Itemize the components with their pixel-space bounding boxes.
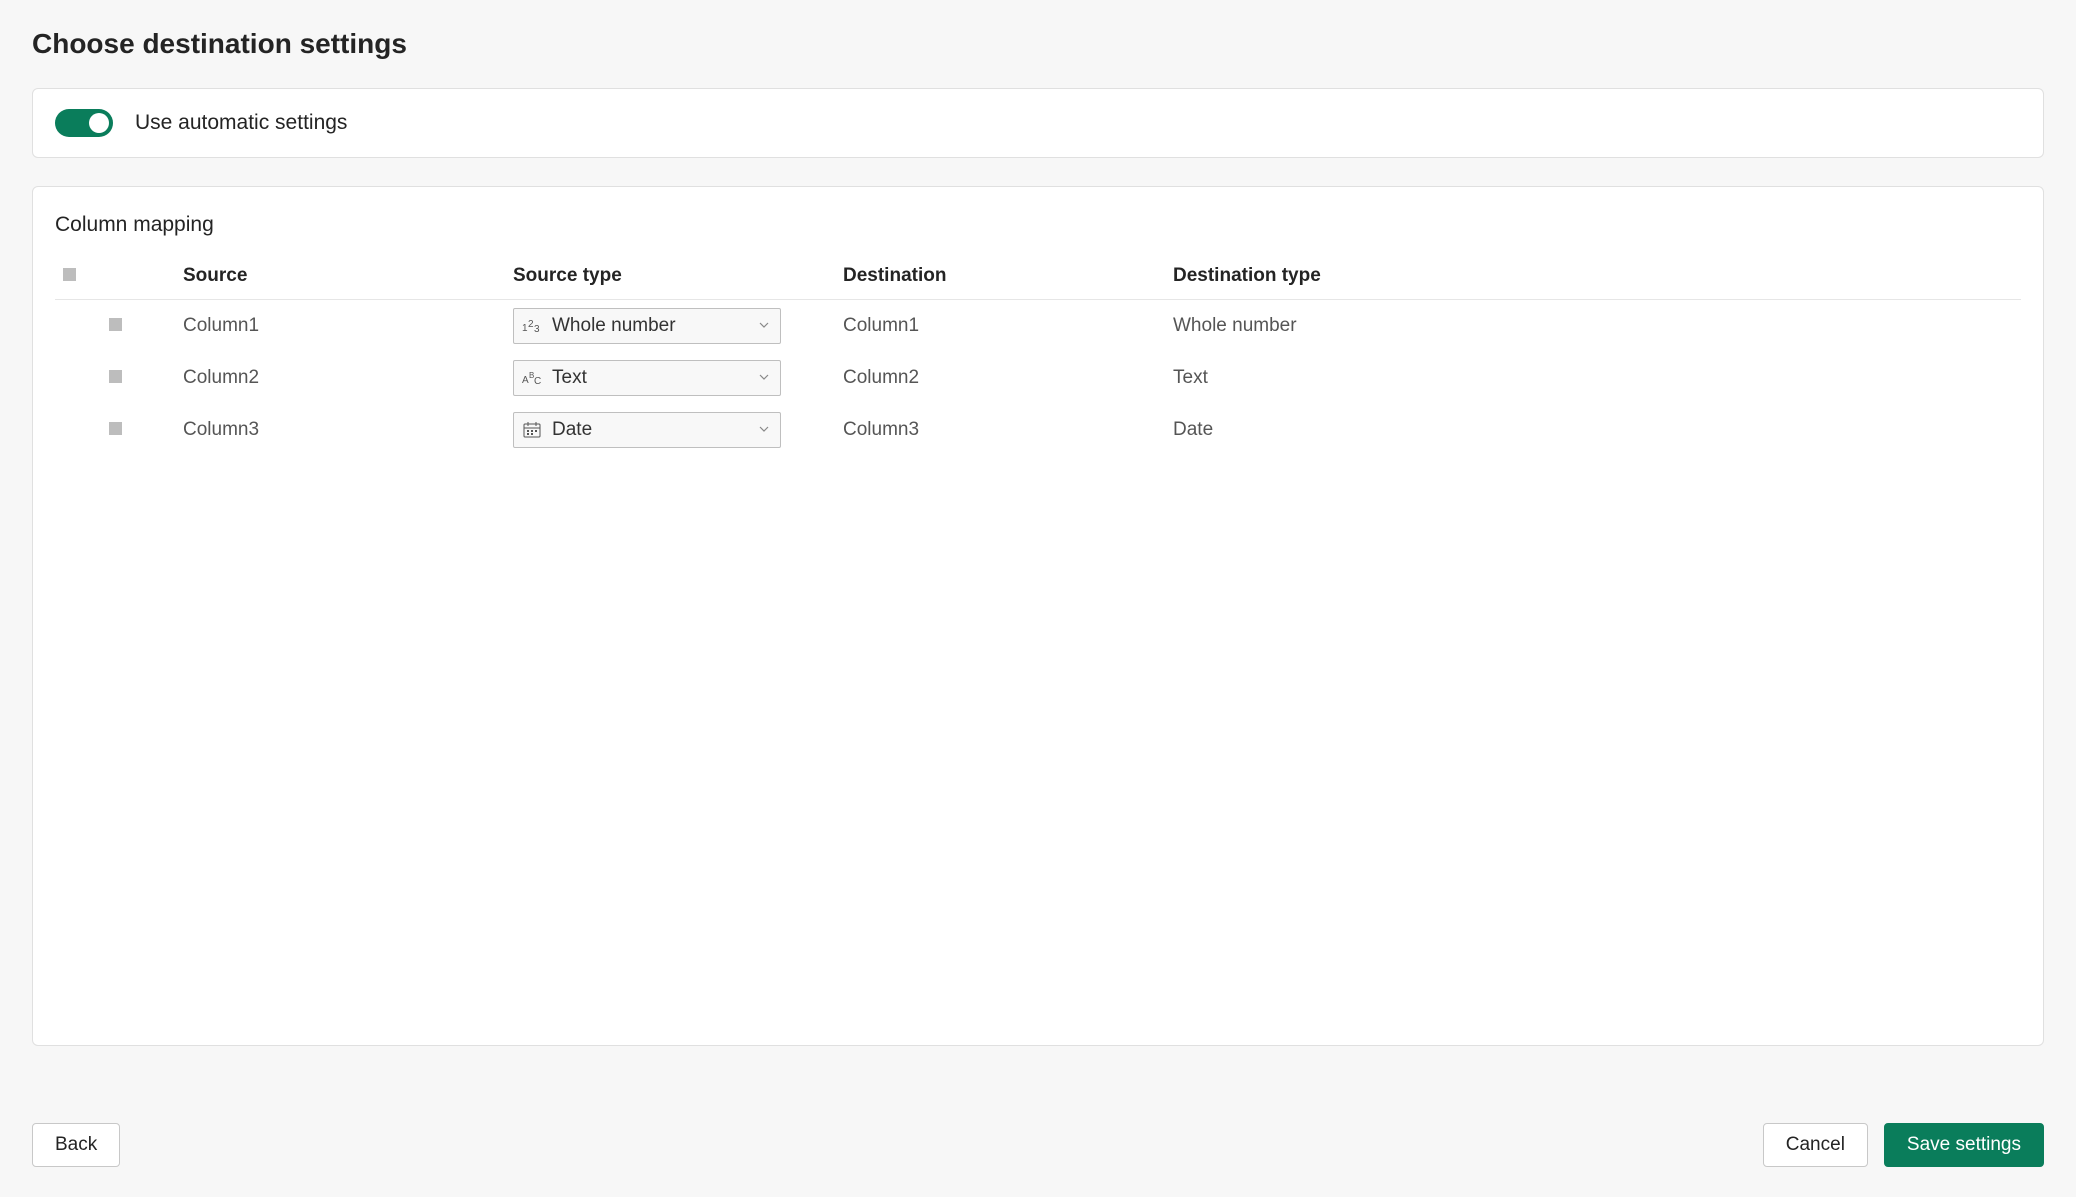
svg-text:A: A xyxy=(522,375,529,385)
source-cell: Column1 xyxy=(175,300,505,353)
chevron-down-icon xyxy=(758,371,770,386)
destination-cell: Column2 xyxy=(835,352,1165,404)
destination-type-cell: Whole number xyxy=(1165,300,2021,353)
header-source: Source xyxy=(175,255,505,300)
source-cell: Column2 xyxy=(175,352,505,404)
page-title: Choose destination settings xyxy=(32,28,2044,60)
table-row: Column2 A B C Text xyxy=(55,352,2021,404)
destination-cell: Column1 xyxy=(835,300,1165,353)
header-source-type: Source type xyxy=(505,255,835,300)
toggle-knob xyxy=(89,113,109,133)
source-type-dropdown[interactable]: Date xyxy=(513,412,781,448)
table-row: Column1 1 2 3 Whole number xyxy=(55,300,2021,353)
column-mapping-title: Column mapping xyxy=(55,213,2021,237)
row-checkbox[interactable] xyxy=(109,370,122,383)
cancel-button[interactable]: Cancel xyxy=(1763,1123,1868,1167)
chevron-down-icon xyxy=(758,319,770,334)
destination-type-cell: Date xyxy=(1165,404,2021,456)
destination-type-cell: Text xyxy=(1165,352,2021,404)
text-icon: A B C xyxy=(522,368,542,388)
svg-text:3: 3 xyxy=(534,324,540,333)
row-checkbox[interactable] xyxy=(109,422,122,435)
destination-cell: Column3 xyxy=(835,404,1165,456)
chevron-down-icon xyxy=(758,423,770,438)
auto-settings-card: Use automatic settings xyxy=(32,88,2044,158)
auto-settings-toggle[interactable] xyxy=(55,109,113,137)
source-type-value: Text xyxy=(552,367,587,389)
row-checkbox[interactable] xyxy=(109,318,122,331)
save-settings-button[interactable]: Save settings xyxy=(1884,1123,2044,1167)
number-icon: 1 2 3 xyxy=(522,316,542,336)
source-type-value: Whole number xyxy=(552,315,676,337)
column-mapping-table: Source Source type Destination Destinati… xyxy=(55,255,2021,456)
back-button[interactable]: Back xyxy=(32,1123,120,1167)
auto-settings-label: Use automatic settings xyxy=(135,111,347,135)
source-type-dropdown[interactable]: 1 2 3 Whole number xyxy=(513,308,781,344)
header-destination: Destination xyxy=(835,255,1165,300)
source-type-dropdown[interactable]: A B C Text xyxy=(513,360,781,396)
column-mapping-card: Column mapping Source Source type Destin… xyxy=(32,186,2044,1046)
table-row: Column3 xyxy=(55,404,2021,456)
source-type-value: Date xyxy=(552,419,592,441)
svg-text:C: C xyxy=(534,376,541,385)
header-checkbox[interactable] xyxy=(63,268,76,281)
header-destination-type: Destination type xyxy=(1165,255,2021,300)
footer-bar: Back Cancel Save settings xyxy=(32,1123,2044,1167)
header-checkbox-cell xyxy=(55,255,175,300)
source-cell: Column3 xyxy=(175,404,505,456)
date-icon xyxy=(522,420,542,440)
